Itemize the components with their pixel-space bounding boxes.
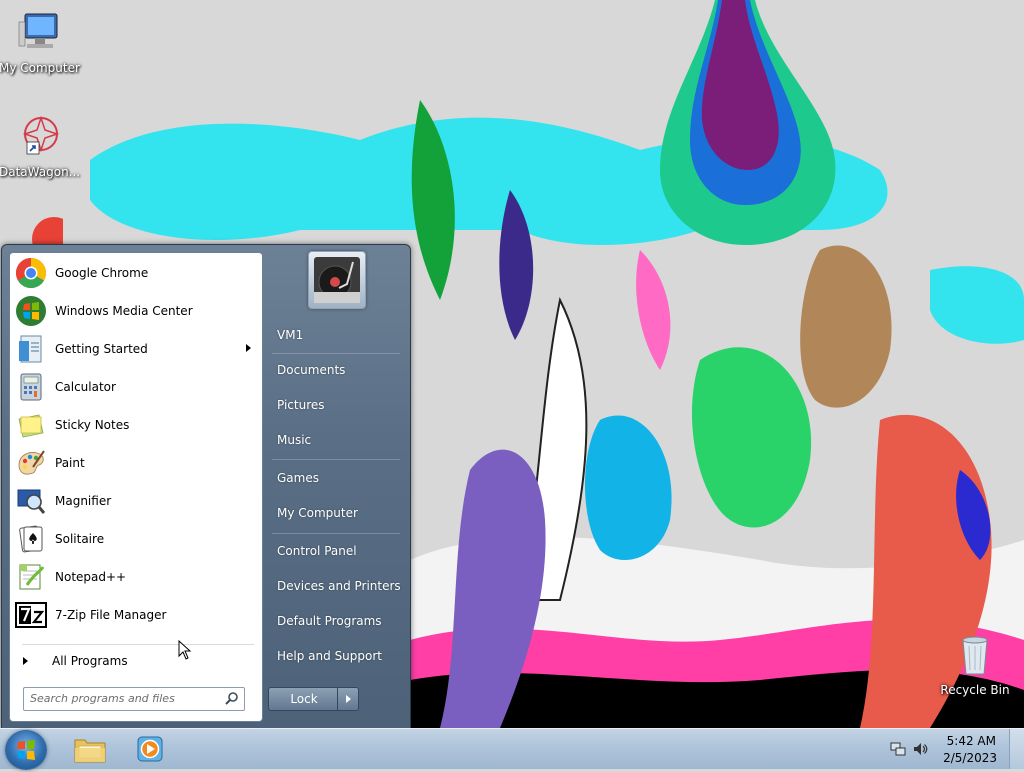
program-magnifier[interactable]: Magnifier	[13, 483, 259, 519]
program-label: Notepad++	[55, 570, 127, 584]
7zip-icon	[15, 602, 47, 628]
desktop-icon-label: Recycle Bin	[940, 683, 1010, 697]
program-label: Getting Started	[55, 342, 148, 356]
desktop-icon-recycle-bin[interactable]: Recycle Bin	[935, 630, 1015, 697]
solitaire-icon	[19, 525, 43, 553]
right-item-help-and-support[interactable]: Help and Support	[270, 641, 402, 671]
right-item-my-computer[interactable]: My Computer	[270, 498, 402, 528]
right-separator	[272, 353, 400, 354]
sticky-notes-icon	[18, 414, 44, 438]
lock-label: Lock	[290, 692, 318, 706]
program-sticky-notes[interactable]: Sticky Notes	[13, 407, 259, 443]
right-item-label: My Computer	[277, 506, 358, 520]
right-item-label: Music	[277, 433, 312, 447]
right-item-label: Help and Support	[277, 649, 382, 663]
chrome-icon	[15, 258, 47, 289]
right-item-label: Default Programs	[277, 614, 382, 628]
search-icon[interactable]	[224, 691, 239, 706]
program-windows-media-center[interactable]: Windows Media Center	[13, 293, 259, 329]
taskbar-explorer-button[interactable]	[64, 731, 116, 767]
program-label: 7-Zip File Manager	[55, 608, 167, 622]
calculator-icon	[20, 373, 42, 401]
desktop-icon-my-computer[interactable]: My Computer	[0, 8, 80, 75]
program-paint[interactable]: Paint	[13, 445, 259, 481]
program-label: Paint	[55, 456, 85, 470]
all-programs-label: All Programs	[52, 654, 128, 668]
volume-icon[interactable]	[912, 741, 928, 757]
system-tray: 5:42 AM 2/5/2023	[876, 729, 1024, 769]
turntable-icon	[314, 257, 360, 303]
right-item-label: Control Panel	[277, 544, 357, 558]
programs-separator	[22, 644, 254, 645]
windows-explorer-icon	[74, 739, 106, 763]
arrow-right-icon	[23, 657, 28, 665]
right-item-music[interactable]: Music	[270, 425, 402, 455]
program-google-chrome[interactable]: Google Chrome	[13, 255, 259, 291]
desktop-icon-datawagon[interactable]: DataWagon...	[0, 112, 81, 179]
program-notepadpp[interactable]: Notepad++	[13, 559, 259, 595]
arrow-right-icon	[346, 695, 351, 703]
right-item-vm1[interactable]: VM1	[270, 320, 402, 350]
program-label: Solitaire	[55, 532, 105, 546]
right-item-games[interactable]: Games	[270, 463, 402, 493]
program-calculator[interactable]: Calculator	[13, 369, 259, 405]
magnifier-icon	[17, 489, 46, 514]
programs-pane: Google Chrome Windows Media Center Getti…	[9, 252, 263, 722]
show-desktop-button[interactable]	[1009, 729, 1024, 769]
taskbar: 5:42 AM 2/5/2023	[0, 728, 1024, 770]
clock-time[interactable]: 5:42 AM	[947, 734, 996, 748]
program-label: Magnifier	[55, 494, 112, 508]
lock-button[interactable]: Lock	[268, 687, 340, 711]
right-item-label: Devices and Printers	[277, 579, 401, 593]
right-item-label: VM1	[277, 328, 304, 342]
program-solitaire[interactable]: Solitaire	[13, 521, 259, 557]
right-item-documents[interactable]: Documents	[270, 355, 402, 385]
windows-logo-icon	[17, 740, 35, 760]
datawagon-shortcut-icon	[22, 115, 60, 155]
clock-date[interactable]: 2/5/2023	[943, 751, 997, 765]
mouse-cursor-icon	[178, 640, 192, 660]
right-item-label: Documents	[277, 363, 346, 377]
notepadpp-icon	[19, 564, 45, 590]
user-picture[interactable]	[308, 251, 366, 309]
right-separator	[272, 459, 400, 460]
right-item-label: Pictures	[277, 398, 325, 412]
right-item-control-panel[interactable]: Control Panel	[270, 536, 402, 566]
program-getting-started[interactable]: Getting Started	[13, 331, 259, 367]
paint-icon	[18, 450, 45, 475]
desktop-icon-label: DataWagon...	[0, 165, 81, 179]
media-center-icon	[16, 296, 46, 326]
desktop-icon-label: My Computer	[0, 61, 80, 75]
program-label: Google Chrome	[55, 266, 149, 280]
right-separator	[272, 533, 400, 534]
program-7zip[interactable]: 7-Zip File Manager	[13, 597, 259, 633]
start-menu: Google Chrome Windows Media Center Getti…	[1, 244, 411, 729]
start-button[interactable]	[5, 730, 47, 770]
program-label: Sticky Notes	[55, 418, 130, 432]
network-icon[interactable]	[890, 741, 906, 757]
all-programs-button[interactable]: All Programs	[14, 649, 258, 673]
right-item-pictures[interactable]: Pictures	[270, 390, 402, 420]
recycle-bin-icon	[962, 636, 988, 675]
submenu-arrow-icon	[246, 344, 251, 352]
search-input[interactable]	[24, 688, 220, 708]
right-item-devices-and-printers[interactable]: Devices and Printers	[270, 571, 402, 601]
getting-started-icon	[19, 335, 42, 363]
right-item-default-programs[interactable]: Default Programs	[270, 606, 402, 636]
media-player-icon	[137, 736, 163, 762]
shutdown-options-button[interactable]	[337, 687, 359, 711]
program-label: Windows Media Center	[55, 304, 193, 318]
taskbar-media-player-button[interactable]	[124, 731, 176, 767]
right-item-label: Games	[277, 471, 319, 485]
computer-icon	[18, 13, 58, 48]
program-label: Calculator	[55, 380, 116, 394]
search-box	[23, 687, 245, 711]
